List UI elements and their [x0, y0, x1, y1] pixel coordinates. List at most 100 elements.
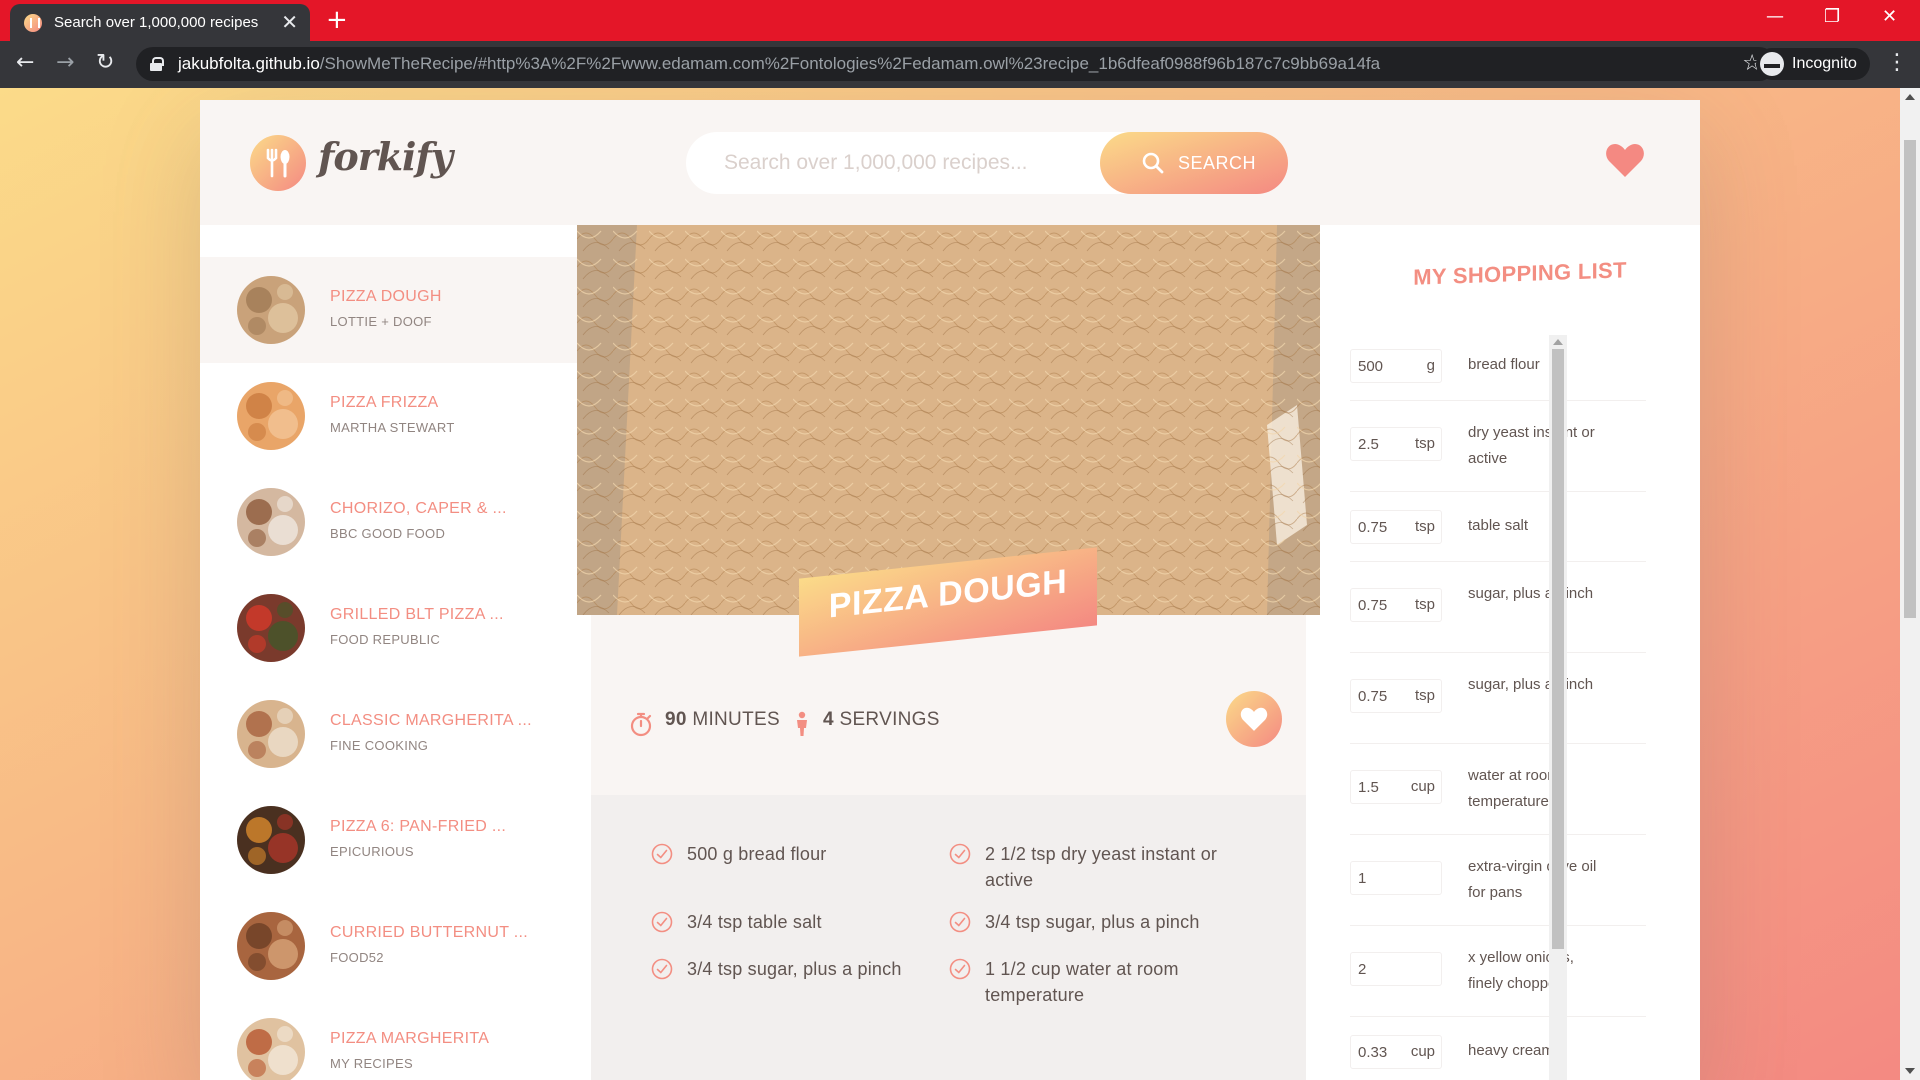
scrollbar-thumb[interactable]	[1552, 349, 1564, 949]
logo-text[interactable]: forkify	[318, 134, 453, 179]
page-scrollbar-thumb[interactable]	[1904, 140, 1916, 618]
scroll-up-arrow-icon[interactable]	[1553, 339, 1563, 345]
shopping-item: tsp dry yeast instant or active	[1350, 401, 1646, 492]
shopping-count-field[interactable]: tsp	[1350, 510, 1442, 544]
check-circle-icon	[949, 843, 971, 865]
tab-close-icon[interactable]: ✕	[281, 11, 298, 33]
browser-tab[interactable]: Search over 1,000,000 recipes ✕	[10, 4, 310, 41]
recipe-love-button[interactable]	[1226, 691, 1282, 747]
bookmarks-heart-icon[interactable]	[1605, 142, 1645, 178]
reload-button[interactable]: ↻	[96, 50, 114, 76]
shopping-unit: tsp	[1414, 435, 1435, 452]
shopping-count-field[interactable]: cup	[1350, 1035, 1442, 1069]
cooking-time: 90 MINUTES	[665, 709, 780, 730]
app-container: forkify SEARCH PIZZA DOUGHLOTTIE + DOOFP…	[200, 100, 1700, 1080]
result-item[interactable]: PIZZA MARGHERITA MY RECIPES	[200, 999, 577, 1080]
incognito-indicator[interactable]: Incognito	[1756, 48, 1870, 80]
shopping-item: g bread flour	[1350, 331, 1646, 401]
shopping-count-input[interactable]	[1351, 771, 1401, 803]
recipe-image	[577, 225, 1320, 615]
result-item[interactable]: PIZZA FRIZZA MARTHA STEWART	[200, 363, 577, 469]
result-publisher: FINE COOKING	[330, 738, 429, 753]
page-scroll-down-icon[interactable]	[1905, 1068, 1915, 1074]
back-button[interactable]: ←	[16, 50, 34, 76]
check-circle-icon	[651, 843, 673, 865]
shopping-unit: cup	[1410, 1043, 1435, 1060]
browser-menu-button[interactable]: ⋮	[1886, 50, 1908, 76]
lock-icon[interactable]	[150, 57, 164, 71]
shopping-item: tsp table salt	[1350, 492, 1646, 562]
shopping-description: table salt	[1468, 517, 1529, 534]
shopping-count-input[interactable]	[1351, 680, 1401, 712]
ingredient-list: 500 g bread flour 2 1/2 tsp dry yeast ins…	[591, 795, 1306, 1080]
app-header: forkify SEARCH	[200, 100, 1700, 225]
result-publisher: FOOD52	[330, 950, 384, 965]
shopping-unit: tsp	[1414, 687, 1435, 704]
window-close-button[interactable]: ✕	[1882, 6, 1897, 27]
recipe-right-gutter	[1306, 615, 1320, 1080]
shopping-description: sugar, plus a pinch	[1468, 676, 1594, 693]
search-input[interactable]	[686, 132, 1106, 194]
shopping-description: heavy cream	[1468, 1042, 1554, 1059]
shopping-list-panel: MY SHOPPING LIST g bread flour tsp dry yeas…	[1320, 225, 1700, 1080]
shopping-item: tsp sugar, plus a pinch	[1350, 562, 1646, 653]
page-viewport: forkify SEARCH PIZZA DOUGHLOTTIE + DOOFP…	[0, 88, 1920, 1080]
shopping-count-input[interactable]	[1351, 589, 1401, 621]
result-thumbnail	[237, 276, 305, 344]
page-scrollbar[interactable]	[1900, 88, 1920, 1080]
shopping-count-field[interactable]: tsp	[1350, 427, 1442, 461]
shopping-description: x yellow onions, finely chopped	[1468, 949, 1574, 992]
result-item[interactable]: CLASSIC MARGHERITA ... FINE COOKING	[200, 681, 577, 787]
shopping-item: cup heavy cream	[1350, 1017, 1646, 1080]
result-item[interactable]: CURRIED BUTTERNUT ... FOOD52	[200, 893, 577, 999]
result-item[interactable]: GRILLED BLT PIZZA ... FOOD REPUBLIC	[200, 575, 577, 681]
shopping-count-field[interactable]: tsp	[1350, 679, 1442, 713]
shopping-list-scrollbar[interactable]	[1549, 335, 1567, 1080]
shopping-description: extra-virgin olive oil for pans	[1468, 858, 1597, 901]
shopping-count-input[interactable]	[1351, 1036, 1401, 1068]
check-circle-icon	[949, 911, 971, 933]
shopping-count-input[interactable]	[1351, 428, 1401, 460]
result-title: PIZZA FRIZZA	[330, 394, 439, 411]
url-text[interactable]: jakubfolta.github.io/ShowMeTheRecipe/#ht…	[178, 54, 1380, 74]
result-thumbnail	[237, 700, 305, 768]
shopping-count-input[interactable]	[1351, 350, 1401, 382]
result-title: CURRIED BUTTERNUT ...	[330, 924, 529, 941]
new-tab-button[interactable]: +	[326, 6, 348, 34]
restore-button[interactable]: ❐	[1824, 6, 1840, 27]
search-form: SEARCH	[686, 132, 1288, 194]
result-item[interactable]: PIZZA DOUGH LOTTIE + DOOF	[200, 257, 577, 363]
shopping-count-field[interactable]: cup	[1350, 770, 1442, 804]
page-scroll-up-icon[interactable]	[1905, 94, 1915, 100]
recipe-left-gutter	[577, 615, 591, 1080]
minimize-button[interactable]: —	[1766, 6, 1784, 27]
shopping-description: dry yeast instant or active	[1468, 424, 1595, 467]
shopping-count-field[interactable]	[1350, 861, 1442, 895]
shopping-count-field[interactable]	[1350, 952, 1442, 986]
search-button[interactable]: SEARCH	[1100, 132, 1288, 194]
browser-nav-bar: ← → ↻ jakubfolta.github.io/ShowMeTheReci…	[0, 41, 1920, 88]
shopping-count-input[interactable]	[1351, 953, 1401, 985]
ingredient-item: 2 1/2 tsp dry yeast instant or active	[949, 841, 1239, 897]
tab-title: Search over 1,000,000 recipes	[54, 14, 259, 31]
result-item[interactable]: PIZZA 6: PAN-FRIED ... EPICURIOUS	[200, 787, 577, 893]
logo-fork-spoon-icon[interactable]	[250, 135, 306, 191]
shopping-item: x yellow onions, finely chopped	[1350, 926, 1646, 1017]
result-item[interactable]: CHORIZO, CAPER & ... BBC GOOD FOOD	[200, 469, 577, 575]
shopping-unit: tsp	[1414, 518, 1435, 535]
shopping-count-input[interactable]	[1351, 862, 1401, 894]
ingredient-text: 3/4 tsp table salt	[687, 912, 822, 932]
address-bar[interactable]: jakubfolta.github.io/ShowMeTheRecipe/#ht…	[136, 47, 1776, 81]
ingredient-text: 3/4 tsp sugar, plus a pinch	[985, 912, 1200, 932]
shopping-count-field[interactable]: g	[1350, 349, 1442, 383]
forward-button[interactable]: →	[56, 50, 74, 76]
search-button-label: SEARCH	[1178, 153, 1257, 173]
browser-tab-bar: Search over 1,000,000 recipes ✕ + — ❐ ✕	[0, 0, 1920, 41]
result-publisher: MY RECIPES	[330, 1056, 413, 1071]
shopping-count-field[interactable]: tsp	[1350, 588, 1442, 622]
result-title: PIZZA 6: PAN-FRIED ...	[330, 818, 507, 835]
incognito-icon	[1760, 52, 1784, 76]
result-publisher: EPICURIOUS	[330, 844, 414, 859]
shopping-count-input[interactable]	[1351, 511, 1401, 543]
result-thumbnail	[237, 806, 305, 874]
